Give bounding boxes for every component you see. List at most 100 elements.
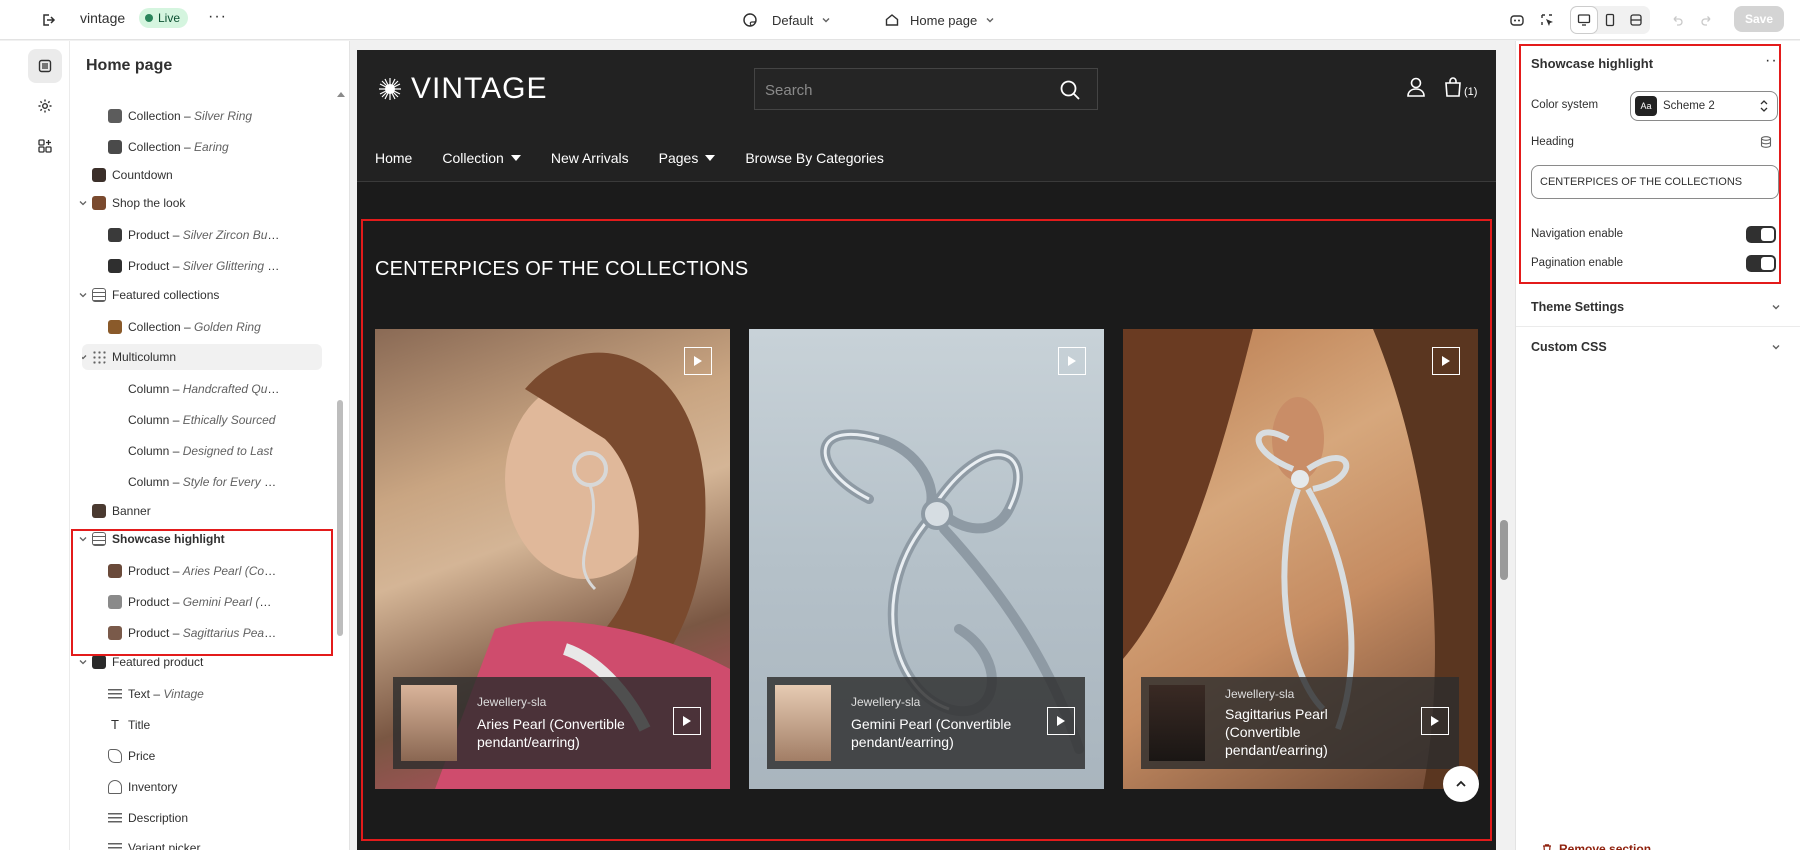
color-scheme-swatch: Aa bbox=[1635, 96, 1657, 116]
pagination-enable-toggle[interactable] bbox=[1746, 255, 1776, 272]
sidebar-scrollbar[interactable] bbox=[337, 400, 343, 636]
sidebar-item-name: Aries Pearl (Convertibl... bbox=[182, 564, 280, 578]
play-video-icon[interactable] bbox=[1421, 707, 1449, 735]
showcase-card[interactable]: Jewellery-sla Aries Pearl (Convertible p… bbox=[375, 329, 730, 789]
sidebar-item[interactable]: Multicolumn bbox=[82, 344, 322, 370]
sidebar-item[interactable]: Column – Designed to Last bbox=[70, 438, 340, 464]
redo-icon[interactable] bbox=[1694, 7, 1720, 33]
thumbnail-icon bbox=[108, 109, 122, 123]
sidebar-item[interactable]: Description bbox=[70, 805, 340, 831]
sidebar-item[interactable]: Product – Gemini Pearl (Converti... bbox=[70, 589, 340, 615]
showcase-card[interactable]: Jewellery-sla Sagittarius Pearl (Convert… bbox=[1123, 329, 1478, 789]
chevron-down-icon[interactable] bbox=[78, 290, 88, 300]
sidebar-item-label: Column – Designed to Last bbox=[128, 444, 280, 458]
product-name[interactable]: Sagittarius Pearl (Convertible pendant/e… bbox=[1225, 705, 1375, 759]
account-icon[interactable] bbox=[1405, 76, 1427, 98]
sidebar-item[interactable]: Shop the look bbox=[70, 190, 340, 216]
page-selector[interactable]: Home page bbox=[884, 8, 995, 32]
sections-icon[interactable] bbox=[28, 49, 62, 83]
desktop-view-icon[interactable] bbox=[1571, 7, 1597, 33]
search-icon[interactable] bbox=[1059, 79, 1081, 101]
heading-input[interactable]: CENTERPICES OF THE COLLECTIONS bbox=[1531, 165, 1779, 199]
sidebar-item[interactable]: Inventory bbox=[70, 774, 340, 800]
product-info-overlay: Jewellery-sla Sagittarius Pearl (Convert… bbox=[1141, 677, 1459, 769]
cart-button[interactable]: (1) bbox=[1443, 76, 1477, 98]
sidebar-item[interactable]: Product – Sagittarius Pearl (Con... bbox=[70, 620, 340, 646]
product-name[interactable]: Gemini Pearl (Convertible pendant/earrin… bbox=[851, 715, 1031, 751]
sidebar-item-separator: – bbox=[169, 475, 183, 489]
sidebar-item-name: Silver Ring bbox=[194, 109, 253, 123]
sidebar-item[interactable]: Featured product bbox=[70, 649, 340, 675]
sidebar-item[interactable]: Column – Style for Every Story bbox=[70, 469, 340, 495]
fullscreen-view-icon[interactable] bbox=[1623, 7, 1649, 33]
exit-icon[interactable] bbox=[36, 8, 60, 32]
play-video-icon[interactable] bbox=[1058, 347, 1086, 375]
undo-icon[interactable] bbox=[1664, 7, 1690, 33]
thumbnail-icon bbox=[108, 626, 122, 640]
store-logo[interactable]: VINTAGE bbox=[377, 72, 547, 106]
scroll-to-top-button[interactable] bbox=[1443, 766, 1479, 802]
sidebar-item[interactable]: Text – Vintage bbox=[70, 681, 340, 707]
sidebar-item-type: Variant picker bbox=[128, 841, 201, 850]
sidebar-item-name: Earing bbox=[194, 140, 229, 154]
product-name[interactable]: Aries Pearl (Convertible pendant/earring… bbox=[477, 715, 657, 751]
ai-assistant-icon[interactable] bbox=[1504, 7, 1530, 33]
chevron-down-icon[interactable] bbox=[82, 352, 88, 362]
settings-gear-icon[interactable] bbox=[28, 89, 62, 123]
mobile-view-icon[interactable] bbox=[1597, 7, 1623, 33]
preview-scrollbar[interactable] bbox=[1500, 520, 1508, 580]
dynamic-source-icon[interactable] bbox=[1759, 135, 1773, 149]
sidebar-item[interactable]: Collection – Silver Ring bbox=[70, 103, 340, 129]
showcase-card[interactable]: Jewellery-sla Gemini Pearl (Convertible … bbox=[749, 329, 1104, 789]
nav-link-new-arrivals[interactable]: New Arrivals bbox=[551, 150, 629, 166]
more-actions-button[interactable]: ··· bbox=[208, 8, 227, 26]
apps-icon[interactable] bbox=[28, 129, 62, 163]
sidebar-item-type: Column bbox=[128, 444, 170, 458]
sidebar-item-type: Text bbox=[128, 687, 151, 701]
sidebar-item[interactable]: Banner bbox=[70, 498, 340, 524]
theme-selector[interactable]: Default bbox=[742, 8, 831, 32]
chevron-down-icon[interactable] bbox=[78, 198, 88, 208]
play-video-icon[interactable] bbox=[1047, 707, 1075, 735]
chevron-down-icon bbox=[986, 18, 994, 23]
nav-link-home[interactable]: Home bbox=[375, 150, 412, 166]
sidebar-item-label: Text – Vintage bbox=[128, 687, 280, 701]
theme-settings-accordion[interactable]: Theme Settings bbox=[1516, 287, 1800, 327]
play-video-icon[interactable] bbox=[684, 347, 712, 375]
select-arrows-icon bbox=[1760, 100, 1768, 112]
sidebar-item[interactable]: Price bbox=[70, 743, 340, 769]
sidebar-item[interactable]: Showcase highlight bbox=[70, 526, 340, 552]
play-video-icon[interactable] bbox=[1432, 347, 1460, 375]
color-scheme-select[interactable]: Aa Scheme 2 bbox=[1630, 91, 1778, 121]
navigation-enable-toggle[interactable] bbox=[1746, 226, 1776, 243]
section-more-button[interactable]: ··· bbox=[1765, 52, 1784, 70]
sidebar-item[interactable]: Countdown bbox=[70, 162, 340, 188]
sidebar-item[interactable]: Product – Aries Pearl (Convertibl... bbox=[70, 558, 340, 584]
showcase-section-heading: CENTERPICES OF THE COLLECTIONS bbox=[375, 258, 749, 280]
store-search-input[interactable]: Search bbox=[754, 68, 1098, 110]
nav-link-collection[interactable]: Collection bbox=[442, 150, 521, 166]
inspector-icon[interactable] bbox=[1534, 7, 1560, 33]
color-system-label: Color system bbox=[1531, 99, 1599, 111]
nav-link-browse-by-categories[interactable]: Browse By Categories bbox=[745, 150, 884, 166]
sidebar-item[interactable]: Column – Handcrafted Quality bbox=[70, 376, 340, 402]
chevron-down-icon[interactable] bbox=[78, 657, 88, 667]
sidebar-item[interactable]: T Title bbox=[70, 712, 340, 738]
drag-handle-icon bbox=[92, 350, 106, 364]
sidebar-item[interactable]: Collection – Golden Ring bbox=[70, 314, 340, 340]
sidebar-item[interactable]: Product – Silver Zircon Bubble S... bbox=[70, 222, 340, 248]
play-video-icon[interactable] bbox=[673, 707, 701, 735]
sidebar-item[interactable]: Variant picker bbox=[70, 835, 340, 850]
nav-link-pages[interactable]: Pages bbox=[659, 150, 716, 166]
save-button[interactable]: Save bbox=[1734, 6, 1784, 32]
sidebar-item-type: Showcase highlight bbox=[112, 532, 225, 546]
remove-section-button[interactable]: Remove section bbox=[1541, 842, 1651, 850]
chevron-down-icon[interactable] bbox=[78, 534, 88, 544]
sidebar-item[interactable]: Featured collections bbox=[70, 282, 340, 308]
sidebar-item[interactable]: Collection – Earing bbox=[70, 134, 340, 160]
sidebar-item[interactable]: Column – Ethically Sourced bbox=[70, 407, 340, 433]
thumbnail-icon bbox=[108, 140, 122, 154]
scroll-up-icon[interactable] bbox=[337, 92, 345, 97]
custom-css-accordion[interactable]: Custom CSS bbox=[1516, 326, 1800, 366]
sidebar-item[interactable]: Product – Silver Glittering Ring bbox=[70, 253, 340, 279]
